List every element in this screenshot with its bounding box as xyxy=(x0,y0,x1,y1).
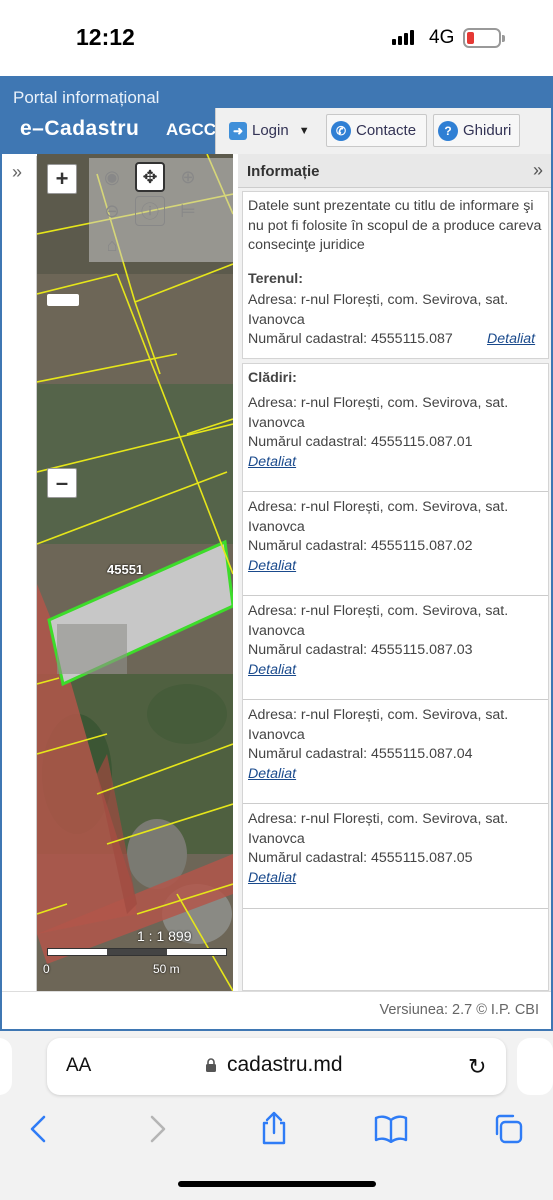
disclaimer-text: Datele sunt prezentate cu titlu de infor… xyxy=(248,198,542,253)
status-bar: 12:12 4G xyxy=(0,0,553,76)
version-text: Versiunea: 2.7 © I.P. CBI xyxy=(379,1002,539,1018)
parcel-number-label: 45551 xyxy=(107,562,144,577)
header-toolbar: ➜ Login ▼ ✆ Contacte ? Ghiduri xyxy=(215,108,551,154)
portal-page: Portal informațional e–Cadastru AGCC ➜ L… xyxy=(0,76,553,1031)
scale-distance: 50 m xyxy=(153,962,180,976)
login-icon: ➜ xyxy=(229,121,247,140)
tabs-icon[interactable] xyxy=(492,1113,524,1145)
building-details-link[interactable]: Detaliat xyxy=(248,558,296,574)
status-time: 12:12 xyxy=(76,24,135,50)
portal-subtitle: Portal informațional xyxy=(13,88,160,107)
signal-icon xyxy=(392,30,414,45)
buildings-box: Clădiri: Adresa: r-nul Florești, com. Se… xyxy=(242,363,549,991)
expand-icon: » xyxy=(12,162,23,182)
pan-icon[interactable]: ✥ xyxy=(135,162,165,192)
building-item: Adresa: r-nul Florești, com. Sevirova, s… xyxy=(248,810,544,887)
chevron-down-icon: ▼ xyxy=(298,124,310,137)
building-cadastral-number: Numărul cadastral: 4555115.087.01 xyxy=(248,434,473,450)
divider xyxy=(243,595,548,596)
building-item: Adresa: r-nul Florești, com. Sevirova, s… xyxy=(248,706,544,783)
home-icon[interactable]: ⌂ xyxy=(97,230,127,260)
zoom-slider-handle[interactable] xyxy=(47,294,79,306)
address-bar[interactable]: AA cadastru.md ↻ xyxy=(47,1038,506,1095)
previous-tab-card[interactable] xyxy=(0,1038,12,1095)
building-address: Adresa: r-nul Florești, com. Sevirova, s… xyxy=(248,811,509,847)
help-icon: ? xyxy=(438,120,458,141)
building-cadastral-number: Numărul cadastral: 4555115.087.02 xyxy=(248,538,473,554)
next-tab-card[interactable] xyxy=(517,1038,553,1095)
lock-icon xyxy=(206,1058,216,1072)
left-panel-toggle[interactable]: » xyxy=(2,156,37,991)
browser-toolbar: AA cadastru.md ↻ xyxy=(0,1031,553,1200)
login-button[interactable]: ➜ Login ▼ xyxy=(225,114,320,147)
agency-label: AGCC xyxy=(166,120,217,139)
zoom-in-tool-icon[interactable]: ⊕ xyxy=(173,162,203,192)
zoom-in-button[interactable]: + xyxy=(47,164,77,194)
back-extent-icon[interactable]: ◉ xyxy=(97,162,127,192)
divider xyxy=(243,803,548,804)
collapse-icon[interactable]: » xyxy=(533,160,543,181)
building-cadastral-number: Numărul cadastral: 4555115.087.04 xyxy=(248,746,473,762)
text-size-button[interactable]: AA xyxy=(66,1055,91,1077)
map-view[interactable]: 45551 + – ◉ ✥ ⊕ ⊖ ⓘ ⊨ ⌂ 1 : 1 899 0 50 m xyxy=(37,154,233,991)
scale-ratio: 1 : 1 899 xyxy=(137,928,192,944)
share-icon[interactable] xyxy=(259,1111,289,1145)
building-details-link[interactable]: Detaliat xyxy=(248,662,296,678)
phone-icon: ✆ xyxy=(331,120,351,141)
network-type: 4G xyxy=(429,27,455,48)
building-item: Adresa: r-nul Florești, com. Sevirova, s… xyxy=(248,394,544,471)
land-title: Terenul: xyxy=(248,271,303,287)
land-cadastral-number: Numărul cadastral: 4555115.087 xyxy=(248,331,453,347)
info-panel-header: Informație » xyxy=(238,154,551,188)
building-address: Adresa: r-nul Florești, com. Sevirova, s… xyxy=(248,499,509,535)
building-details-link[interactable]: Detaliat xyxy=(248,454,296,470)
battery-icon xyxy=(463,28,505,48)
building-address: Adresa: r-nul Florești, com. Sevirova, s… xyxy=(248,603,509,639)
contacts-label: Contacte xyxy=(356,122,417,139)
info-panel: Informație » Datele sunt prezentate cu t… xyxy=(238,154,551,991)
info-tool-icon[interactable]: ⓘ xyxy=(135,196,165,226)
scale-zero: 0 xyxy=(43,962,50,976)
divider xyxy=(243,699,548,700)
land-address: Adresa: r-nul Florești, com. Sevirova, s… xyxy=(248,292,509,328)
building-details-link[interactable]: Detaliat xyxy=(248,870,296,886)
building-item: Adresa: r-nul Florești, com. Sevirova, s… xyxy=(248,602,544,679)
building-address: Adresa: r-nul Florești, com. Sevirova, s… xyxy=(248,395,509,431)
divider xyxy=(243,491,548,492)
land-details-link[interactable]: Detaliat xyxy=(487,331,535,347)
building-item: Adresa: r-nul Florești, com. Sevirova, s… xyxy=(248,498,544,575)
url-text: cadastru.md xyxy=(227,1053,343,1076)
portal-footer: Versiunea: 2.7 © I.P. CBI xyxy=(2,991,551,1029)
map-tools-panel: ◉ ✥ ⊕ ⊖ ⓘ ⊨ ⌂ xyxy=(89,158,233,262)
building-cadastral-number: Numărul cadastral: 4555115.087.03 xyxy=(248,642,473,658)
buildings-title: Clădiri: xyxy=(248,370,297,386)
map-scale: 1 : 1 899 0 50 m xyxy=(43,928,227,976)
divider xyxy=(243,908,548,909)
guides-button[interactable]: ? Ghiduri xyxy=(433,114,520,147)
scale-bar xyxy=(47,948,227,956)
zoom-out-button[interactable]: – xyxy=(47,468,77,498)
portal-brand: e–Cadastru xyxy=(20,117,140,140)
land-box: Datele sunt prezentate cu titlu de infor… xyxy=(242,191,549,359)
back-icon[interactable] xyxy=(28,1115,48,1143)
building-cadastral-number: Numărul cadastral: 4555115.087.05 xyxy=(248,850,473,866)
portal-header: Portal informațional e–Cadastru AGCC ➜ L… xyxy=(2,78,551,154)
forward-icon[interactable] xyxy=(148,1115,168,1143)
building-address: Adresa: r-nul Florești, com. Sevirova, s… xyxy=(248,707,509,743)
building-details-link[interactable]: Detaliat xyxy=(248,766,296,782)
contacts-button[interactable]: ✆ Contacte xyxy=(326,114,427,147)
reload-icon[interactable]: ↻ xyxy=(468,1054,486,1080)
login-label: Login xyxy=(252,122,289,139)
measure-icon[interactable]: ⊨ xyxy=(173,196,203,226)
guides-label: Ghiduri xyxy=(463,122,512,139)
info-title: Informație xyxy=(247,163,320,180)
zoom-out-tool-icon[interactable]: ⊖ xyxy=(97,196,127,226)
home-indicator xyxy=(178,1181,376,1187)
bookmarks-icon[interactable] xyxy=(374,1115,408,1143)
